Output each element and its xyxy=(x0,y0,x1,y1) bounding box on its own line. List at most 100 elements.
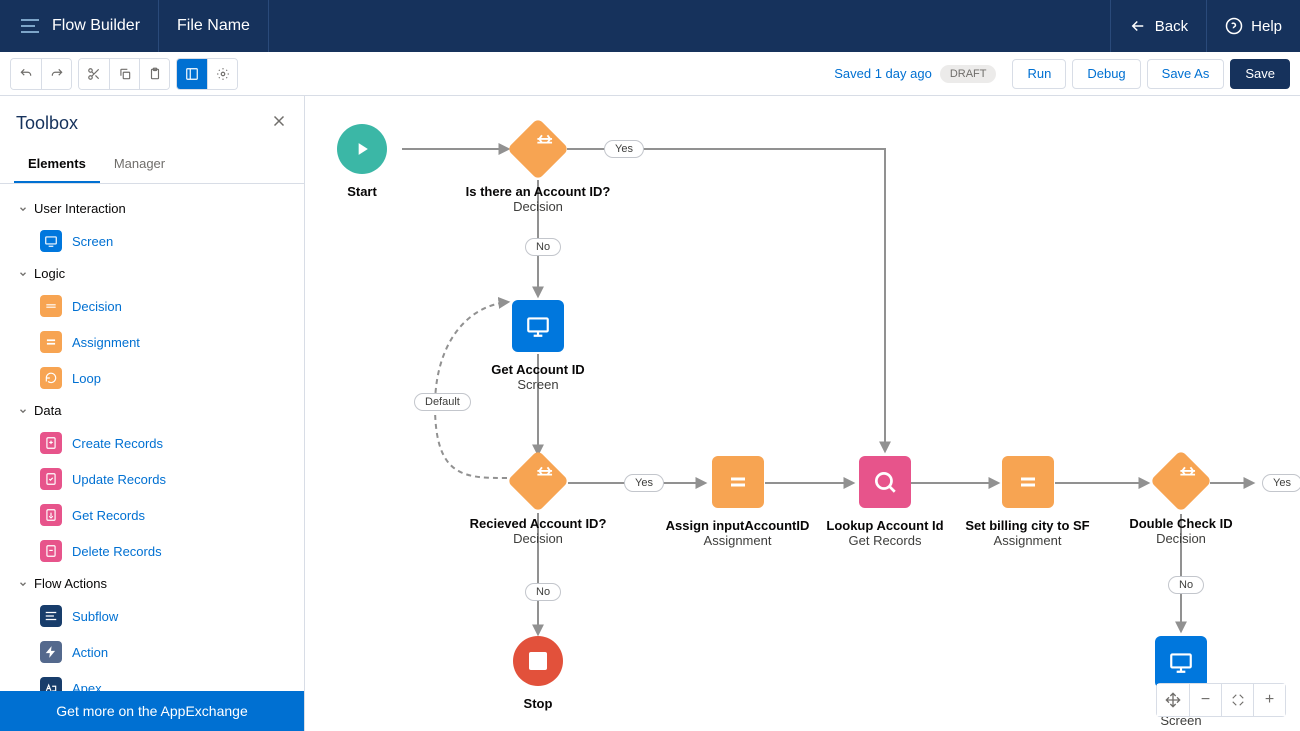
file-name-section[interactable]: File Name xyxy=(159,0,269,52)
path-label-no: No xyxy=(1168,576,1204,594)
undo-button[interactable] xyxy=(11,59,41,89)
chevron-down-icon xyxy=(18,406,28,416)
decision-icon xyxy=(523,130,567,155)
app-header: Flow Builder File Name Back Help xyxy=(0,0,1300,52)
back-button[interactable]: Back xyxy=(1110,0,1206,52)
zoom-out-button[interactable]: − xyxy=(1189,684,1221,716)
node-get-account-id[interactable]: Get Account ID Screen xyxy=(480,300,596,392)
update-records-icon xyxy=(40,468,62,490)
clipboard-icon xyxy=(148,67,162,81)
element-tree: User InteractionScreenLogicDecisionAssig… xyxy=(0,184,304,691)
tree-item-decision[interactable]: Decision xyxy=(0,288,304,324)
tree-item-assignment[interactable]: Assignment xyxy=(0,324,304,360)
fit-button[interactable] xyxy=(1221,684,1253,716)
redo-button[interactable] xyxy=(41,59,71,89)
tree-item-update-records[interactable]: Update Records xyxy=(0,461,304,497)
header-brand: Flow Builder xyxy=(0,0,159,52)
node-decision-account-id[interactable]: Is there an Account ID? Decision xyxy=(457,124,619,214)
create-records-icon xyxy=(40,432,62,454)
save-button[interactable]: Save xyxy=(1230,59,1290,89)
toolbox-title: Toolbox xyxy=(16,113,270,134)
scissors-icon xyxy=(87,67,101,81)
assignment-icon xyxy=(1002,456,1054,508)
loop-icon xyxy=(40,367,62,389)
decision-icon xyxy=(1166,462,1210,487)
save-as-button[interactable]: Save As xyxy=(1147,59,1225,89)
question-icon xyxy=(1225,17,1243,35)
screen-icon xyxy=(1155,636,1207,688)
help-button[interactable]: Help xyxy=(1206,0,1300,52)
node-set-billing-city[interactable]: Set billing city to SF Assignment xyxy=(960,456,1095,548)
tree-item-screen[interactable]: Screen xyxy=(0,223,304,259)
zoom-in-button[interactable]: + xyxy=(1253,684,1285,716)
decision-icon xyxy=(523,462,567,487)
path-label-yes: Yes xyxy=(604,140,644,158)
zoom-controls: − + xyxy=(1156,683,1286,717)
redo-icon xyxy=(50,67,64,81)
subflow-icon xyxy=(40,605,62,627)
screen-icon xyxy=(40,230,62,252)
appexchange-link[interactable]: Get more on the AppExchange xyxy=(0,691,304,731)
layout-view-button[interactable] xyxy=(177,59,207,89)
node-assign-input-account-id[interactable]: Assign inputAccountID Assignment xyxy=(665,456,810,548)
chevron-down-icon xyxy=(18,204,28,214)
cut-button[interactable] xyxy=(79,59,109,89)
chevron-down-icon xyxy=(18,269,28,279)
debug-button[interactable]: Debug xyxy=(1072,59,1140,89)
tree-item-get-records[interactable]: Get Records xyxy=(0,497,304,533)
delete-records-icon xyxy=(40,540,62,562)
fit-icon xyxy=(1231,693,1245,707)
apex-icon xyxy=(40,677,62,691)
close-toolbox-button[interactable] xyxy=(270,110,288,136)
path-label-no: No xyxy=(525,583,561,601)
tree-item-subflow[interactable]: Subflow xyxy=(0,598,304,634)
node-start[interactable]: Start xyxy=(337,124,387,199)
tree-item-loop[interactable]: Loop xyxy=(0,360,304,396)
toolbar: Saved 1 day ago DRAFT Run Debug Save As … xyxy=(0,52,1300,96)
path-label-no: No xyxy=(525,238,561,256)
pan-button[interactable] xyxy=(1157,684,1189,716)
tree-item-action[interactable]: Action xyxy=(0,634,304,670)
tree-group[interactable]: Flow Actions xyxy=(0,569,304,598)
tree-group[interactable]: Data xyxy=(0,396,304,425)
toolbox-tabs: Elements Manager xyxy=(0,146,304,184)
toolbox-panel: Toolbox Elements Manager User Interactio… xyxy=(0,96,305,731)
run-button[interactable]: Run xyxy=(1012,59,1066,89)
action-icon xyxy=(40,641,62,663)
get-records-icon xyxy=(859,456,911,508)
get-records-icon xyxy=(40,504,62,526)
app-title: Flow Builder xyxy=(52,17,140,35)
paste-button[interactable] xyxy=(139,59,169,89)
screen-icon xyxy=(512,300,564,352)
node-double-check-id[interactable]: Double Check ID Decision xyxy=(1125,456,1237,546)
tab-manager[interactable]: Manager xyxy=(100,146,179,183)
move-icon xyxy=(1165,692,1181,708)
layout-icon xyxy=(185,67,199,81)
copy-icon xyxy=(118,67,132,81)
draft-badge: DRAFT xyxy=(940,65,997,83)
assignment-icon xyxy=(40,331,62,353)
path-label-yes: Yes xyxy=(624,474,664,492)
arrow-left-icon xyxy=(1129,17,1147,35)
node-stop[interactable]: Stop xyxy=(513,636,563,711)
chevron-down-icon xyxy=(18,579,28,589)
path-label-default: Default xyxy=(414,393,471,411)
undo-icon xyxy=(19,67,33,81)
decision-icon xyxy=(40,295,62,317)
settings-button[interactable] xyxy=(207,59,237,89)
save-status: Saved 1 day ago xyxy=(834,66,932,81)
tree-group[interactable]: Logic xyxy=(0,259,304,288)
assignment-icon xyxy=(712,456,764,508)
node-lookup-account[interactable]: Lookup Account Id Get Records xyxy=(820,456,950,548)
tab-elements[interactable]: Elements xyxy=(14,146,100,183)
flow-canvas[interactable]: Start Is there an Account ID? Decision G… xyxy=(305,96,1300,731)
tree-item-apex[interactable]: Apex xyxy=(0,670,304,691)
tree-group[interactable]: User Interaction xyxy=(0,194,304,223)
node-received-account-id[interactable]: Recieved Account ID? Decision xyxy=(457,456,619,546)
tree-item-create-records[interactable]: Create Records xyxy=(0,425,304,461)
copy-button[interactable] xyxy=(109,59,139,89)
close-icon xyxy=(270,112,288,130)
path-label-yes: Yes xyxy=(1262,474,1300,492)
stop-icon xyxy=(513,636,563,686)
tree-item-delete-records[interactable]: Delete Records xyxy=(0,533,304,569)
